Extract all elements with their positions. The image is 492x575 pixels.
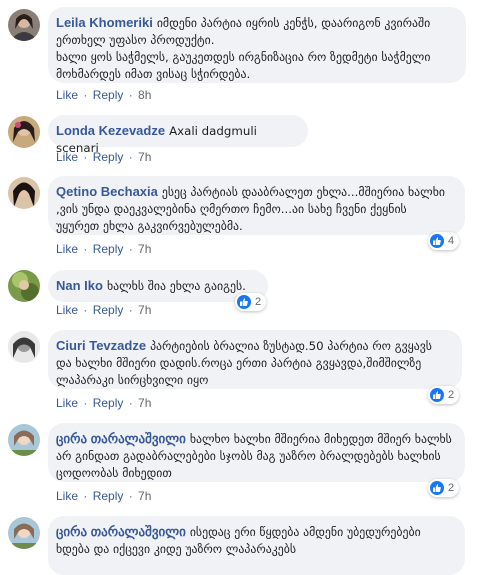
thumbs-up-icon xyxy=(430,388,444,402)
comment-actions: Like · Reply · 7h xyxy=(56,489,152,503)
comment-text: ხალხს შია ეხლა გაიგეს. xyxy=(106,279,246,293)
reply-link[interactable]: Reply xyxy=(93,303,124,317)
thumbs-up-icon xyxy=(237,295,251,309)
timestamp[interactable]: 7h xyxy=(138,242,151,256)
comment-actions: Like · Reply · 7h xyxy=(56,396,152,410)
comment-actions: Like · Reply · 7h xyxy=(56,242,152,256)
reply-link[interactable]: Reply xyxy=(93,88,124,102)
reaction-count[interactable]: 2 xyxy=(235,293,267,311)
avatar[interactable] xyxy=(8,116,40,148)
comment-actions: Like · Reply · 8h xyxy=(56,88,152,102)
timestamp[interactable]: 7h xyxy=(138,489,151,503)
reaction-number: 2 xyxy=(448,389,455,401)
like-link[interactable]: Like xyxy=(56,88,78,102)
comment-bubble: Ciuri Tevzadze პარტიების ბრალია ზუსტად.50… xyxy=(48,330,462,389)
timestamp[interactable]: 7h xyxy=(138,150,151,164)
avatar[interactable] xyxy=(8,331,40,363)
reply-link[interactable]: Reply xyxy=(93,242,124,256)
comment-author[interactable]: ცირა თარალაშვილი xyxy=(56,431,186,446)
comment-author[interactable]: ცირა თარალაშვილი xyxy=(56,524,186,539)
like-link[interactable]: Like xyxy=(56,150,78,164)
avatar[interactable] xyxy=(8,177,40,209)
reaction-number: 2 xyxy=(255,296,262,308)
avatar[interactable] xyxy=(8,424,40,456)
timestamp[interactable]: 7h xyxy=(138,303,151,317)
comment-bubble: Leila Khomeriki იმდენი პარტია იყრის კენჭს… xyxy=(48,7,466,83)
avatar[interactable] xyxy=(8,517,40,549)
comment-actions: Like · Reply · 7h xyxy=(56,150,152,164)
like-link[interactable]: Like xyxy=(56,396,78,410)
like-link[interactable]: Like xyxy=(56,303,78,317)
reply-link[interactable]: Reply xyxy=(93,396,124,410)
comment-bubble: Qetino Bechaxia ესეც პარტიას დააბრალეთ ეხ… xyxy=(48,176,465,235)
reply-link[interactable]: Reply xyxy=(93,150,124,164)
reaction-count[interactable]: 2 xyxy=(428,479,460,497)
thumbs-up-icon xyxy=(430,481,444,495)
timestamp[interactable]: 8h xyxy=(138,88,151,102)
comment-author[interactable]: Qetino Bechaxia xyxy=(56,184,158,199)
reaction-number: 4 xyxy=(448,235,455,247)
comment-author[interactable]: Leila Khomeriki xyxy=(56,15,153,30)
avatar[interactable] xyxy=(8,270,40,302)
comment-author[interactable]: Londa Kezevadze xyxy=(56,123,165,138)
comment-bubble: Londa Kezevadze Axali dadgmuli scenari xyxy=(48,115,308,155)
comment-bubble: ცირა თარალაშვილი ხალხო ხალხი მშიერია მიხე… xyxy=(48,423,465,482)
timestamp[interactable]: 7h xyxy=(138,396,151,410)
thumbs-up-icon xyxy=(430,234,444,248)
reply-link[interactable]: Reply xyxy=(93,489,124,503)
avatar[interactable] xyxy=(8,9,40,41)
comment-author[interactable]: Ciuri Tevzadze xyxy=(56,338,146,353)
like-link[interactable]: Like xyxy=(56,489,78,503)
comment-actions: Like · Reply · 7h xyxy=(56,303,152,317)
like-link[interactable]: Like xyxy=(56,242,78,256)
comment-bubble: ცირა თარალაშვილი ისედაც ერი წყდება ამდენი… xyxy=(48,516,465,575)
comment-author[interactable]: Nan Iko xyxy=(56,278,103,293)
reaction-number: 2 xyxy=(448,482,455,494)
reaction-count[interactable]: 2 xyxy=(428,386,460,404)
reaction-count[interactable]: 4 xyxy=(428,232,460,250)
